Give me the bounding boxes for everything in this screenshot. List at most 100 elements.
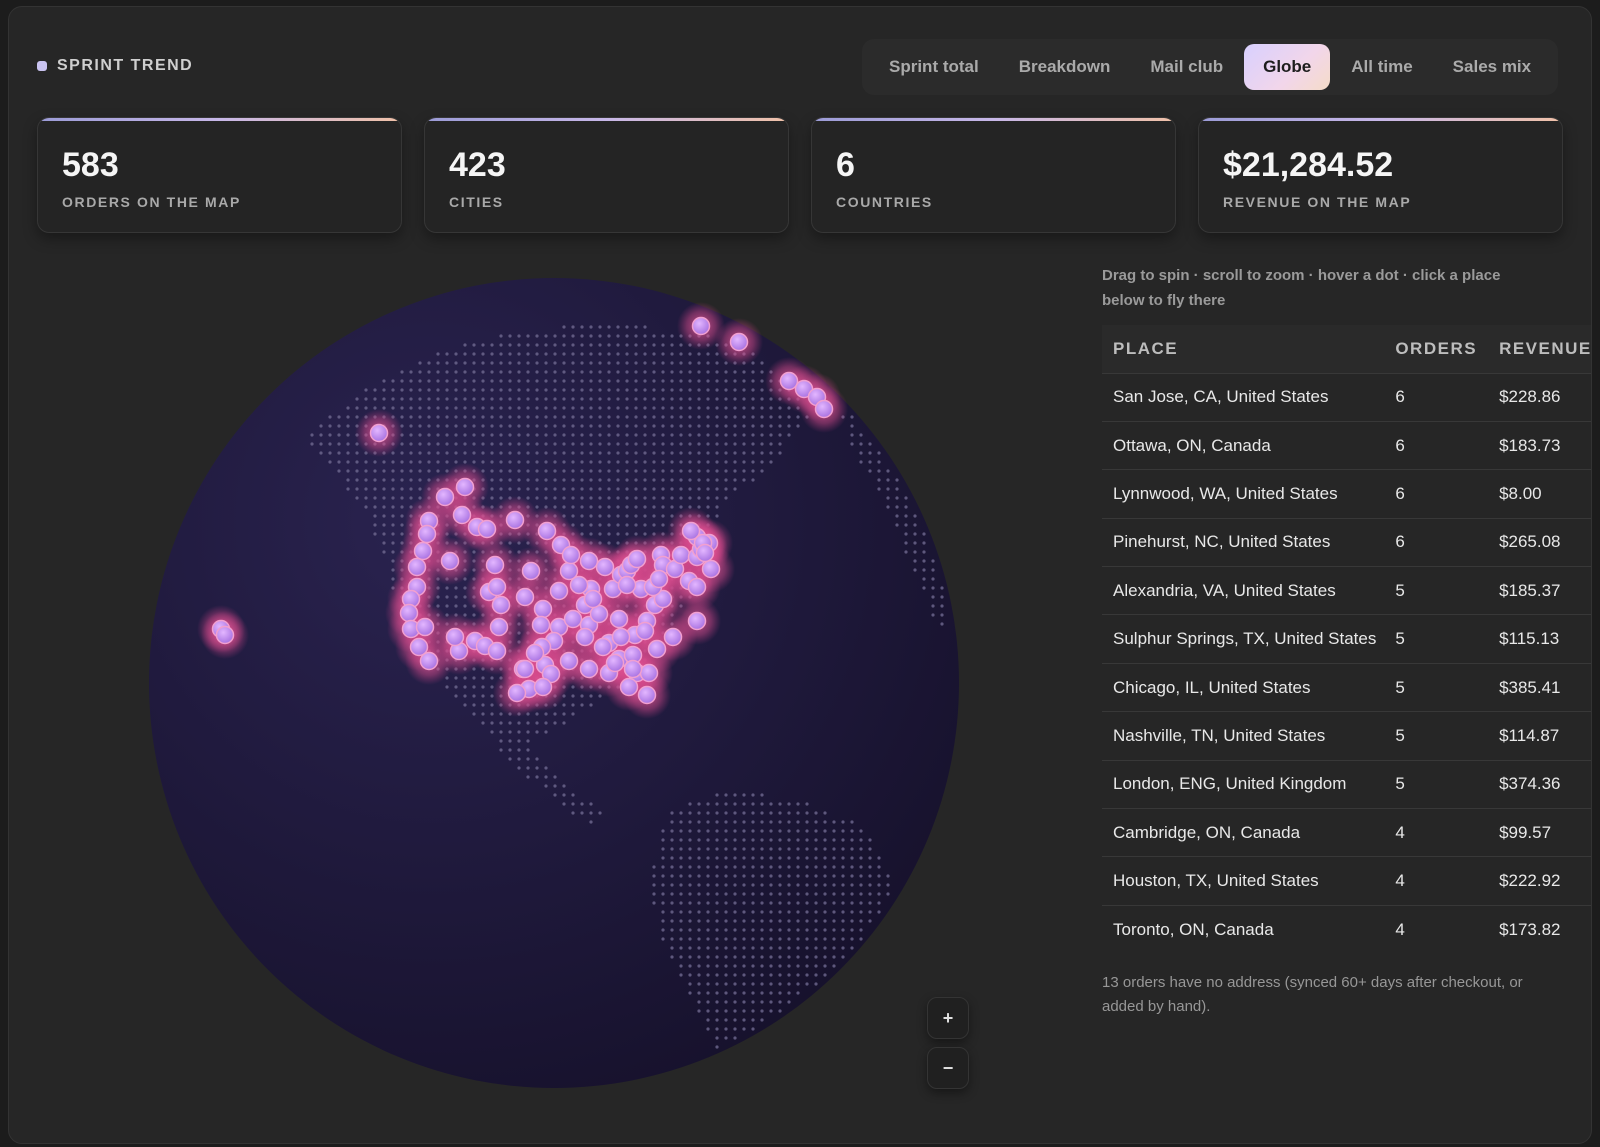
tab-sales-mix[interactable]: Sales mix [1434,44,1550,90]
table-row[interactable]: Pinehurst, NC, United States 6 $265.08 [1102,517,1591,567]
order-marker[interactable] [605,653,625,673]
order-marker[interactable] [491,595,511,615]
order-marker[interactable] [583,589,603,609]
table-row[interactable]: Lynnwood, WA, United States 6 $8.00 [1102,469,1591,519]
land-dot [823,829,827,833]
land-dot [715,928,719,932]
order-marker[interactable] [611,627,631,647]
tab-sprint-total[interactable]: Sprint total [870,44,998,90]
order-marker[interactable] [563,609,583,629]
order-marker[interactable] [549,581,569,601]
order-marker[interactable] [525,643,545,663]
order-marker[interactable] [701,559,721,579]
order-marker[interactable] [485,555,505,575]
tab-mail-club[interactable]: Mail club [1131,44,1242,90]
globe-view[interactable]: + − [149,269,979,1099]
order-marker[interactable] [609,609,629,629]
order-marker[interactable] [507,683,527,703]
order-marker[interactable] [619,677,639,697]
order-marker[interactable] [559,651,579,671]
order-marker[interactable] [515,659,535,679]
order-marker[interactable] [647,639,667,659]
order-marker[interactable] [399,603,419,623]
order-marker[interactable] [435,487,455,507]
table-row[interactable]: San Jose, CA, United States 6 $228.86 [1102,372,1591,422]
table-row[interactable]: Alexandria, VA, United States 5 $185.37 [1102,566,1591,615]
order-marker[interactable] [687,577,707,597]
order-marker[interactable] [515,587,535,607]
order-marker[interactable] [505,510,525,530]
order-marker[interactable] [649,569,669,589]
land-dot [544,433,548,437]
order-marker[interactable] [452,505,472,525]
order-marker[interactable] [419,651,439,671]
order-marker[interactable] [663,627,683,647]
order-marker[interactable] [417,524,437,544]
order-marker[interactable] [671,545,691,565]
land-dot [688,379,692,383]
order-marker[interactable] [617,575,637,595]
order-marker[interactable] [623,659,643,679]
order-marker[interactable] [369,423,389,443]
order-marker[interactable] [455,477,475,497]
order-marker[interactable] [477,519,497,539]
order-marker[interactable] [440,551,460,571]
order-marker[interactable] [531,615,551,635]
order-marker[interactable] [695,543,715,563]
order-marker[interactable] [413,541,433,561]
order-marker[interactable] [639,663,659,683]
order-marker[interactable] [575,627,595,647]
order-marker[interactable] [537,521,557,541]
column-header-place[interactable]: PLACE [1102,325,1387,373]
tab-globe[interactable]: Globe [1244,44,1331,90]
order-marker[interactable] [533,599,553,619]
order-marker[interactable] [407,557,427,577]
order-marker[interactable] [579,659,599,679]
land-dot [841,820,845,824]
tab-all-time[interactable]: All time [1332,44,1431,90]
order-marker[interactable] [489,617,509,637]
table-row[interactable]: Ottawa, ON, Canada 6 $183.73 [1102,420,1591,470]
land-dot [697,424,701,428]
table-row[interactable]: London, ENG, United Kingdom 5 $374.36 [1102,759,1591,809]
table-row[interactable]: Toronto, ON, Canada 4 $173.82 [1102,904,1591,954]
order-marker[interactable] [415,617,435,637]
table-row[interactable]: Houston, TX, United States 4 $222.92 [1102,856,1591,906]
order-marker[interactable] [729,332,749,352]
order-marker[interactable] [533,677,553,697]
order-marker[interactable] [579,551,599,571]
order-marker[interactable] [687,611,707,631]
order-marker[interactable] [561,545,581,565]
land-dot [499,370,503,374]
tab-breakdown[interactable]: Breakdown [1000,44,1130,90]
order-marker[interactable] [635,621,655,641]
table-row[interactable]: Sulphur Springs, TX, United States 5 $115.… [1102,614,1591,664]
order-marker[interactable] [521,561,541,581]
order-marker[interactable] [569,575,589,595]
order-marker[interactable] [215,625,235,645]
order-marker[interactable] [487,641,507,661]
column-header-orders[interactable]: ORDERS [1387,325,1488,373]
table-row[interactable]: Chicago, IL, United States 5 $385.41 [1102,662,1591,712]
land-dot [544,721,548,725]
land-dot [463,406,467,410]
table-row[interactable]: Nashville, TN, United States 5 $114.87 [1102,711,1591,761]
order-marker[interactable] [627,549,647,569]
land-dot [517,748,521,752]
land-dot [634,496,638,500]
order-marker[interactable] [595,557,615,577]
globe-canvas[interactable] [149,269,979,1099]
order-marker[interactable] [445,627,465,647]
table-row[interactable]: Cambridge, ON, Canada 4 $99.57 [1102,808,1591,857]
land-dot [814,856,818,860]
order-marker[interactable] [691,316,711,336]
zoom-in-button[interactable]: + [927,997,969,1039]
order-marker[interactable] [637,685,657,705]
order-marker[interactable] [593,637,613,657]
zoom-out-button[interactable]: − [927,1047,969,1089]
column-header-revenue[interactable]: REVENUE [1488,325,1591,373]
order-marker[interactable] [814,399,834,419]
order-marker[interactable] [779,371,799,391]
order-marker[interactable] [487,577,507,597]
land-dot [670,406,674,410]
